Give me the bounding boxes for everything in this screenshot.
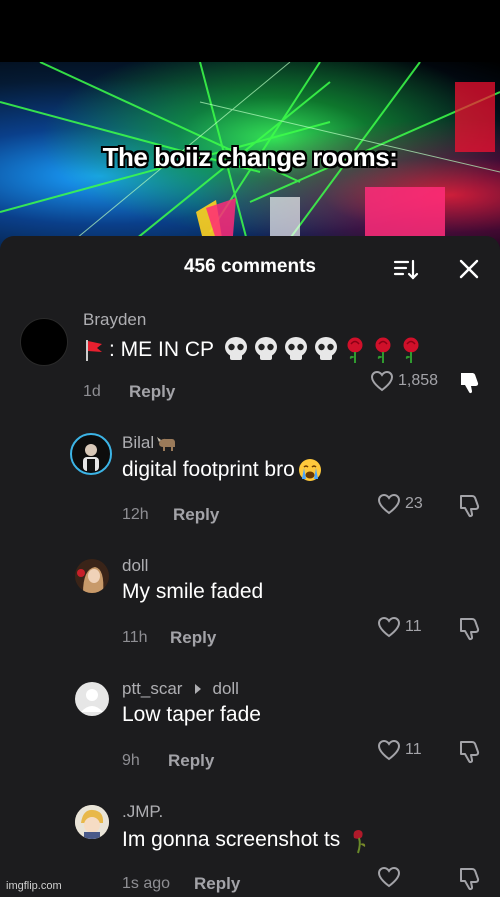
video-preview[interactable]: The boiiz change rooms: — [0, 62, 500, 252]
heart-icon — [377, 493, 401, 515]
comment-count: 456 comments — [183, 256, 316, 277]
reply-button[interactable]: Reply — [170, 628, 216, 648]
reply-button[interactable]: Reply — [173, 505, 219, 525]
reply-arrow-icon — [195, 684, 202, 694]
goat-icon — [157, 437, 176, 451]
dislike-icon[interactable] — [457, 370, 483, 396]
like-count: 23 — [405, 495, 423, 512]
close-icon[interactable] — [456, 256, 482, 282]
avatar[interactable] — [70, 433, 112, 475]
comment-username-row[interactable]: Bilal — [122, 433, 178, 453]
wilted-rose-icon — [353, 830, 366, 854]
heart-icon — [370, 370, 394, 392]
rose-icon — [375, 337, 391, 363]
comment-username[interactable]: Brayden — [83, 310, 146, 330]
dislike-icon[interactable] — [457, 866, 483, 892]
rose-icon — [403, 337, 419, 363]
comment-username: Bilal — [122, 433, 155, 452]
comment-text: Low taper fade — [122, 703, 261, 726]
like-count: 11 — [405, 741, 422, 758]
like-count: 11 — [405, 618, 422, 635]
dislike-icon[interactable] — [457, 616, 483, 642]
flag-icon — [86, 340, 102, 361]
skull-icon — [255, 337, 278, 360]
status-bar-area — [0, 0, 500, 62]
watermark: imgflip.com — [6, 880, 62, 892]
comment-time: 12h — [122, 506, 149, 523]
comment-text: Im gonna screenshot ts — [122, 828, 341, 851]
comment-item: doll My smile faded 11h Reply 11 — [0, 552, 500, 662]
reply-button[interactable]: Reply — [168, 751, 214, 771]
comment-text: digital footprint bro — [122, 458, 295, 481]
heart-icon — [377, 616, 401, 638]
comment-username: ptt_scar — [122, 679, 183, 698]
like-button[interactable] — [377, 866, 405, 888]
avatar-image — [83, 444, 99, 471]
dislike-icon[interactable] — [457, 493, 483, 519]
avatar[interactable] — [75, 682, 109, 716]
comment-username[interactable]: doll — [122, 556, 148, 576]
like-count: 1,858 — [398, 372, 439, 389]
skull-icon — [315, 337, 338, 360]
skull-icon — [225, 337, 248, 360]
comment-time: 11h — [122, 629, 148, 646]
comment-item: .JMP. Im gonna screenshot ts 1s ago Repl… — [0, 798, 500, 897]
comment-username[interactable]: .JMP. — [122, 802, 163, 822]
comment-text: : ME IN CP — [109, 338, 215, 361]
like-button[interactable]: 1,858 — [370, 370, 438, 392]
reply-to-username: doll — [212, 679, 239, 698]
avatar[interactable] — [20, 318, 68, 366]
skull-icon — [285, 337, 308, 360]
comments-header: 456 comments — [0, 256, 500, 282]
comment-item: Brayden : ME IN CP 1d Reply 1,858 — [0, 306, 500, 416]
heart-icon — [377, 739, 401, 761]
avatar[interactable] — [75, 805, 109, 839]
heart-icon — [377, 866, 401, 888]
comment-time: 9h — [122, 752, 140, 769]
like-button[interactable]: 11 — [377, 616, 422, 638]
sort-icon[interactable] — [392, 256, 420, 284]
comment-text-row: Im gonna screenshot ts — [122, 826, 372, 854]
avatar[interactable] — [75, 559, 109, 593]
rose-icon — [347, 337, 363, 363]
comments-sheet: 456 comments Brayden : ME IN CP 1d Reply… — [0, 236, 500, 897]
comment-time: 1s ago — [122, 875, 171, 892]
comment-text-row: : ME IN CP — [83, 336, 424, 364]
comment-username-row[interactable]: ptt_scar doll — [122, 679, 239, 699]
comment-text-row: digital footprint bro — [122, 457, 323, 483]
avatar-image — [75, 805, 109, 839]
reply-button[interactable]: Reply — [129, 382, 175, 402]
like-button[interactable]: 11 — [377, 739, 422, 761]
crying-face-icon — [298, 459, 321, 481]
default-avatar-icon — [81, 689, 103, 712]
comment-time: 1d — [83, 383, 101, 400]
reply-button[interactable]: Reply — [194, 874, 240, 894]
comment-item: ptt_scar doll Low taper fade 9h Reply 11 — [0, 675, 500, 785]
comment-text: My smile faded — [122, 580, 264, 603]
avatar-image — [75, 559, 109, 593]
like-button[interactable]: 23 — [377, 493, 423, 515]
comment-item: Bilal digital footprint bro 12h Reply 23 — [0, 429, 500, 539]
video-caption: The boiiz change rooms: — [102, 142, 398, 172]
dislike-icon[interactable] — [457, 739, 483, 765]
